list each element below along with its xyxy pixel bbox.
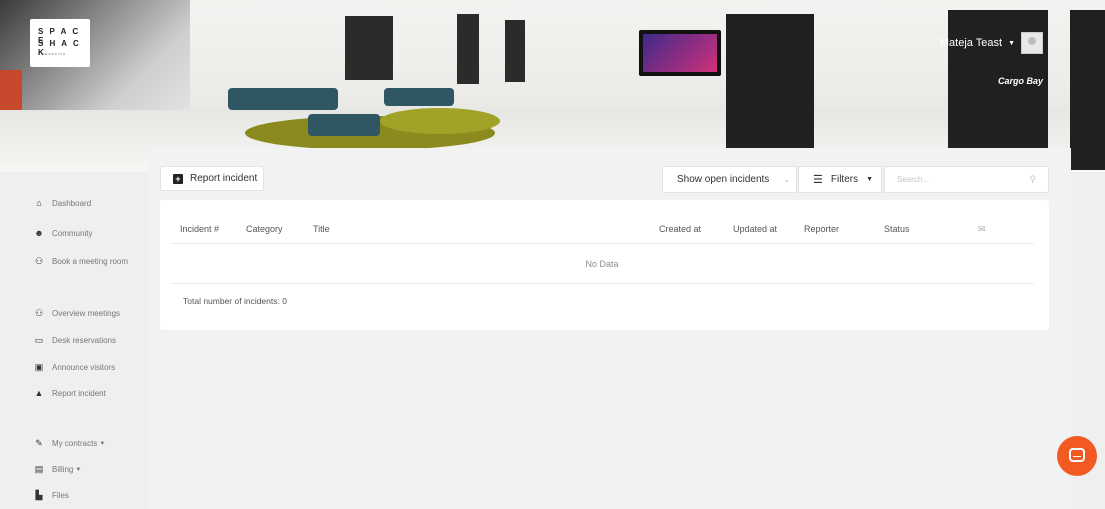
avatar — [1021, 32, 1043, 54]
hero-window — [345, 16, 393, 80]
user-name: Mateja Teast — [939, 37, 1003, 49]
empty-state: No Data — [170, 245, 1034, 284]
hero-sofa — [228, 88, 338, 110]
warning-icon: ▲ — [34, 388, 44, 398]
sidebar-item-label: Book a meeting room — [52, 257, 129, 266]
brand-logo[interactable]: S P A C E S H A C K COWORKING — [30, 19, 90, 67]
sidebar-item-label: Billing — [52, 465, 74, 474]
sidebar-item-label: Overview meetings — [52, 309, 121, 318]
hero-sofa — [384, 88, 454, 106]
meeting-room-icon: ⚇ — [34, 256, 44, 266]
sidebar-item-dashboard[interactable]: ⌂ Dashboard — [34, 198, 91, 208]
logo-text: COWORKING — [38, 52, 67, 56]
visitor-card-icon: ▣ — [34, 362, 44, 372]
sidebar-item-billing[interactable]: ▤ Billing ▼ — [34, 464, 82, 475]
sidebar-item-label: Report incident — [52, 388, 106, 398]
hero-tv — [639, 30, 721, 76]
hero-door — [1070, 10, 1105, 170]
caret-down-icon: ▼ — [99, 440, 106, 447]
select-value: Show open incidents — [677, 174, 770, 185]
caret-down-icon: ▼ — [1008, 39, 1015, 47]
plus-icon: + — [173, 173, 183, 184]
sidebar-item-community[interactable]: ☻ Community — [34, 228, 92, 238]
column-header[interactable]: Category — [246, 224, 283, 234]
hero-sofa — [308, 114, 380, 136]
chat-icon — [1069, 448, 1085, 462]
sidebar-item-label: Announce visitors — [52, 363, 116, 372]
chevron-down-icon: ⌄ — [783, 175, 790, 184]
filters-label: Filters — [830, 174, 859, 185]
column-header[interactable]: Created at — [659, 224, 701, 234]
caret-down-icon: ▼ — [866, 176, 874, 183]
sidebar-item-label: Community — [52, 228, 93, 238]
sidebar-item-report-incident[interactable]: ▲ Report incident — [34, 388, 106, 398]
sidebar-item-label: Dashboard — [52, 198, 92, 208]
sidebar-item-desk-reservations[interactable]: ▭ Desk reservations — [34, 335, 116, 346]
total-count: Total number of incidents: 0 — [183, 296, 287, 306]
hero-sign: Cargo Bay — [997, 76, 1043, 86]
hero-banner: Cargo Bay S P A C E S H A C K COWORKING … — [0, 0, 1105, 172]
search-placeholder: Search... — [897, 175, 930, 184]
sidebar-item-label: Desk reservations — [52, 336, 117, 345]
report-incident-button[interactable]: + Report incident — [160, 166, 264, 191]
credit-card-icon: ▤ — [34, 464, 44, 474]
column-header[interactable]: Status — [884, 224, 910, 234]
sidebar-item-my-contracts[interactable]: ✎ My contracts ▼ — [34, 438, 105, 449]
sidebar-item-label: My contracts — [52, 439, 98, 448]
column-header[interactable]: Title — [313, 224, 330, 234]
hero-door — [726, 14, 814, 148]
sidebar-item-announce-visitors[interactable]: ▣ Announce visitors — [34, 362, 115, 373]
sidebar-item-book-meeting-room[interactable]: ⚇ Book a meeting room — [34, 256, 128, 267]
hero-rug — [380, 108, 500, 134]
desk-icon: ▭ — [34, 335, 44, 345]
home-icon: ⌂ — [36, 198, 42, 208]
sidebar-item-overview-meetings[interactable]: ⚇ Overview meetings — [34, 308, 120, 319]
hero-window — [457, 14, 479, 84]
user-menu[interactable]: Mateja Teast ▼ — [940, 32, 1043, 54]
column-header[interactable]: Reporter — [804, 224, 839, 234]
meetings-overview-icon: ⚇ — [34, 308, 44, 318]
search-input[interactable]: Search... ⚲ — [884, 166, 1049, 193]
filters-button[interactable]: ☰ Filters ▼ — [798, 166, 882, 193]
comments-icon: ✉ — [978, 224, 986, 234]
incident-filter-select[interactable]: Show open incidents ⌄ — [662, 166, 797, 193]
chat-launcher-button[interactable] — [1057, 436, 1097, 476]
hero-window — [505, 20, 525, 82]
caret-down-icon: ▼ — [75, 466, 82, 473]
sidebar-item-label: Files — [52, 491, 69, 500]
contract-icon: ✎ — [35, 438, 43, 448]
file-icon: ▙ — [35, 490, 43, 500]
column-header[interactable]: Updated at — [733, 224, 777, 234]
sidebar-item-files[interactable]: ▙ Files — [34, 490, 69, 501]
community-icon: ☻ — [34, 228, 44, 238]
report-incident-label: Report incident — [190, 173, 258, 184]
table-header: Incident # Category Title Created at Upd… — [170, 215, 1034, 244]
filter-lines-icon: ☰ — [813, 174, 823, 186]
search-icon: ⚲ — [1029, 174, 1036, 184]
column-header[interactable]: Incident # — [180, 224, 219, 234]
